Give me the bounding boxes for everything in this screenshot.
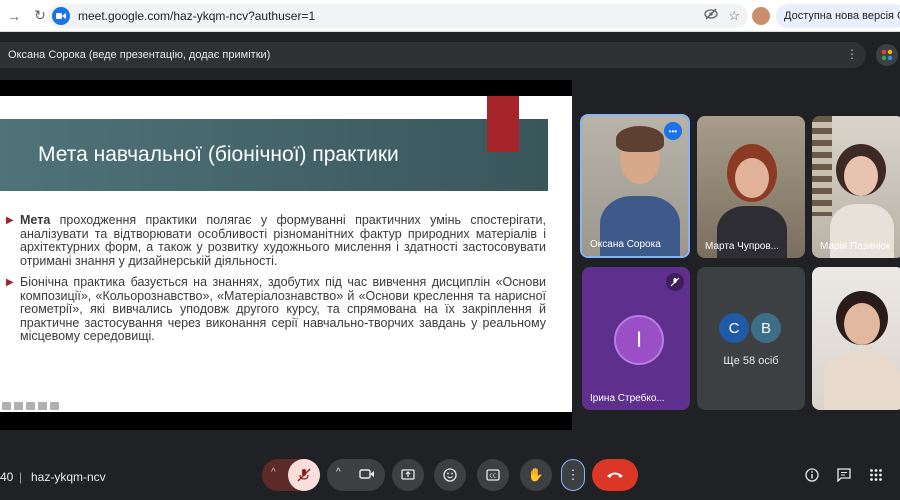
camera-control-group: ^ [327, 459, 385, 491]
others-count: Ще 58 осіб [723, 355, 779, 367]
chat-icon[interactable] [835, 466, 853, 484]
presenting-banner: Оксана Сорока (веде презентацію, додає п… [0, 42, 866, 68]
slide-accent-tab [487, 96, 519, 152]
participant-name: Марта Чупров... [705, 241, 780, 252]
address-bar[interactable]: meet.google.com/haz-ykqm-ncv?authuser=1 … [48, 4, 748, 28]
leave-call-button[interactable] [592, 459, 638, 491]
slide-body: ▶ Мета проходження практики полягає у фо… [6, 213, 546, 352]
slide-tool-icon[interactable] [2, 402, 11, 410]
forward-icon[interactable]: → [2, 4, 26, 28]
raise-hand-button[interactable]: ✋ [520, 459, 552, 491]
participant-body [824, 353, 900, 410]
camera-icon[interactable] [359, 468, 375, 483]
separator: | [19, 470, 23, 484]
mic-off-icon [666, 273, 684, 291]
para-text: проходження практики полягає у формуванн… [20, 213, 546, 268]
apps-icon[interactable] [876, 44, 898, 66]
participant-avatar: І [614, 315, 664, 365]
reactions-button[interactable] [434, 459, 466, 491]
participant-face [844, 156, 878, 196]
bookmark-star-icon[interactable]: ☆ [728, 8, 740, 24]
emoji-icon [443, 468, 457, 482]
participant-name: Марія Пазинюк [820, 241, 891, 252]
para-bold-word: Мета [20, 213, 51, 227]
meeting-time: 40 [0, 470, 14, 484]
slide-title: Мета навчальної (біонічної) практики [38, 143, 399, 166]
participant-avatar: С [719, 313, 749, 343]
browser-toolbar: → ↻ meet.google.com/haz-ykqm-ncv?authuse… [0, 0, 900, 32]
participant-tile[interactable]: Марія Пазинюк [812, 116, 900, 258]
mic-toggle-button[interactable] [288, 459, 320, 491]
captions-icon: CC [486, 469, 500, 481]
para-text: Біонічна практика базується на знаннях, … [20, 275, 546, 343]
slide-title-bar: Мета навчальної (біонічної) практики [0, 119, 548, 191]
more-vert-icon: ⋮ [566, 467, 580, 482]
activities-grid-icon[interactable] [867, 466, 885, 484]
url-text: meet.google.com/haz-ykqm-ncv?authuser=1 [78, 9, 316, 23]
camera-options-chevron-icon[interactable]: ^ [336, 467, 341, 478]
hand-icon: ✋ [527, 467, 545, 482]
meeting-toolbar: 40 | haz-ykqm-ncv ^ ^ CC ✋ ⋮ [0, 456, 900, 496]
chrome-update-button[interactable]: Доступна нова версія Chrome [776, 4, 900, 28]
slide-tool-icon[interactable] [38, 402, 47, 410]
slide-tool-icon[interactable] [50, 402, 59, 410]
bookshelf [812, 116, 832, 216]
presentation-slide: Мета навчальної (біонічної) практики ▶ М… [0, 96, 572, 412]
present-icon [401, 469, 415, 480]
participant-tile[interactable]: ••• Оксана Сорока [580, 114, 690, 258]
captions-button[interactable]: CC [477, 459, 509, 491]
meet-site-icon [52, 7, 70, 25]
slide-tool-icon[interactable] [26, 402, 35, 410]
participant-face [844, 303, 880, 345]
eye-off-icon[interactable] [704, 8, 718, 24]
participant-tile[interactable]: І Ірина Стребко... [582, 267, 690, 410]
present-screen-button[interactable] [392, 459, 424, 491]
profile-avatar[interactable] [752, 7, 770, 25]
mic-options-chevron-icon[interactable]: ^ [271, 467, 276, 478]
participant-hair [616, 126, 664, 152]
meeting-info-icon[interactable] [803, 466, 821, 484]
slide-tools [2, 402, 59, 410]
speaking-indicator-icon: ••• [664, 122, 682, 140]
participant-tile[interactable] [812, 267, 900, 410]
slide-paragraph: ▶ Мета проходження практики полягає у фо… [6, 213, 546, 268]
bullet-icon: ▶ [6, 277, 14, 288]
participant-tile[interactable]: Марта Чупров... [697, 116, 805, 258]
meeting-code: haz-ykqm-ncv [31, 470, 106, 484]
participant-avatar: В [751, 313, 781, 343]
more-options-button[interactable]: ⋮ [561, 459, 585, 491]
participant-name: Ірина Стребко... [590, 393, 665, 404]
end-call-icon [607, 472, 623, 478]
others-tile[interactable]: С В Ще 58 осіб [697, 267, 805, 410]
bullet-icon: ▶ [6, 215, 14, 226]
participant-face [735, 158, 769, 198]
presenting-text: Оксана Сорока (веде презентацію, додає п… [8, 49, 271, 61]
svg-text:CC: CC [490, 474, 497, 480]
banner-more-icon[interactable]: ⋮ [846, 47, 858, 61]
participant-name: Оксана Сорока [590, 239, 661, 250]
mic-off-icon [297, 468, 311, 482]
slide-tool-icon[interactable] [14, 402, 23, 410]
slide-paragraph: ▶ Біонічна практика базується на знаннях… [6, 275, 546, 344]
